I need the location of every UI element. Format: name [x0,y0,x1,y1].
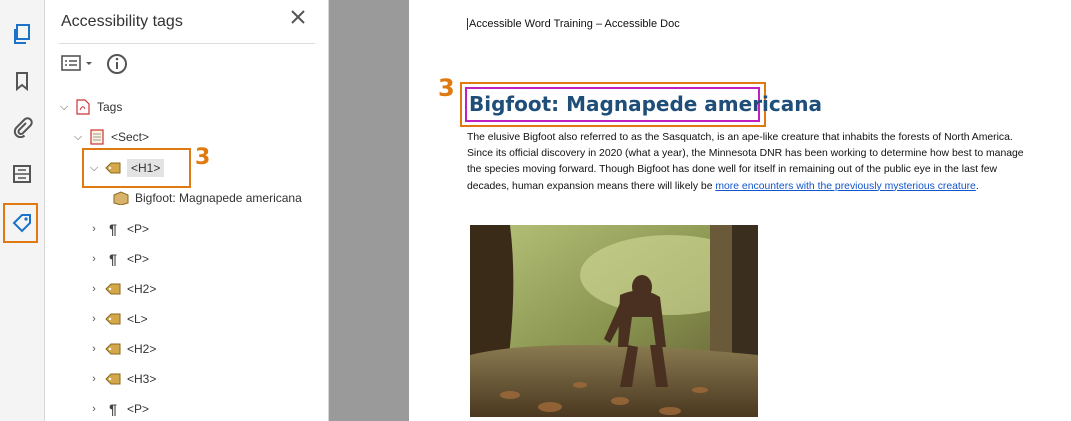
chevron-right-icon[interactable]: › [87,343,101,355]
paragraph-icon: ¶ [109,401,117,417]
paragraph-end: . [975,180,979,192]
chevron-right-icon[interactable]: › [87,403,101,415]
attachments-button[interactable] [8,113,36,141]
chevron-down-icon[interactable]: ⌵ [57,101,71,114]
close-icon [291,10,305,24]
tree-item-p[interactable]: › ¶ <P> [87,248,149,270]
document-header-text: Accessible Word Training – Accessible Do… [467,18,680,30]
tree-item-l[interactable]: › <L> [87,308,148,330]
tree-item-label: <H1> [127,159,165,177]
bookmarks-button[interactable] [8,67,36,95]
tree-item-label: <P> [127,222,150,236]
tools-rail [0,0,45,421]
pdf-tags-icon [75,99,91,115]
chevron-down-icon[interactable]: ⌵ [71,131,85,144]
content-icon [113,190,129,206]
panel-title: Accessibility tags [61,13,183,30]
tree-item-p[interactable]: › ¶ <P> [87,398,149,420]
tag-icon [105,160,121,176]
tree-item-h2[interactable]: › <H2> [87,338,156,360]
tree-item-label: <L> [127,312,148,326]
tree-item-label: <P> [127,402,150,416]
tree-item-label: <H3> [127,372,157,386]
tag-icon [105,371,121,387]
options-list-icon [61,55,92,71]
chevron-right-icon[interactable]: › [87,223,101,235]
callout-number-3: 3 [195,145,211,170]
tree-item-label: Bigfoot: Magnapede americana [135,191,302,205]
paperclip-icon [13,117,33,138]
document-gutter [329,0,409,421]
tag-icon [12,214,31,233]
document-page[interactable]: Accessible Word Training – Accessible Do… [409,0,1071,421]
chevron-right-icon[interactable]: › [87,283,101,295]
tree-item-p[interactable]: › ¶ <P> [87,218,149,240]
tags-panel-button[interactable] [8,209,36,237]
tree-item-content[interactable]: Bigfoot: Magnapede americana [109,187,302,209]
options-menu-button[interactable] [61,53,97,78]
reading-order-button[interactable] [8,160,36,188]
tree-item-sect[interactable]: ⌵ <Sect> [71,126,149,148]
tag-icon [105,281,121,297]
callout-number-3: 3 [438,74,455,102]
paragraph-icon: ¶ [109,221,117,237]
tree-item-label: <Sect> [111,130,150,144]
accessibility-tags-panel: Accessibility tags ⌵ Tags ⌵ <Sect> ⌵ <H1… [45,0,329,421]
chevron-down-icon[interactable]: ⌵ [87,162,101,175]
tree-item-tags[interactable]: ⌵ Tags [57,96,122,118]
tree-item-h2[interactable]: › <H2> [87,278,156,300]
document-heading: Bigfoot: Magnapede americana [469,92,822,116]
copy-pages-icon [14,24,30,44]
tag-icon [105,311,121,327]
panel-divider [59,43,315,44]
bigfoot-figurine-photo [470,225,758,417]
info-icon [107,54,127,74]
tree-item-label: Tags [97,100,123,114]
pages-button[interactable] [8,20,36,48]
close-panel-button[interactable] [289,8,307,32]
chevron-right-icon[interactable]: › [87,253,101,265]
tree-item-label: <H2> [127,282,157,296]
tree-item-h3[interactable]: › <H3> [87,368,156,390]
tree-item-label: <H2> [127,342,157,356]
tree-item-h1[interactable]: ⌵ <H1> [87,157,165,179]
section-icon [89,129,105,145]
paragraph-link[interactable]: more encounters with the previously myst… [715,181,975,192]
info-button[interactable] [106,53,128,80]
bookmark-icon [16,72,28,92]
reading-order-icon [13,165,31,183]
tag-icon [105,341,121,357]
document-paragraph: The elusive Bigfoot also referred to as … [467,130,1027,195]
chevron-right-icon[interactable]: › [87,313,101,325]
chevron-right-icon[interactable]: › [87,373,101,385]
tree-item-label: <P> [127,252,150,266]
paragraph-icon: ¶ [109,251,117,267]
